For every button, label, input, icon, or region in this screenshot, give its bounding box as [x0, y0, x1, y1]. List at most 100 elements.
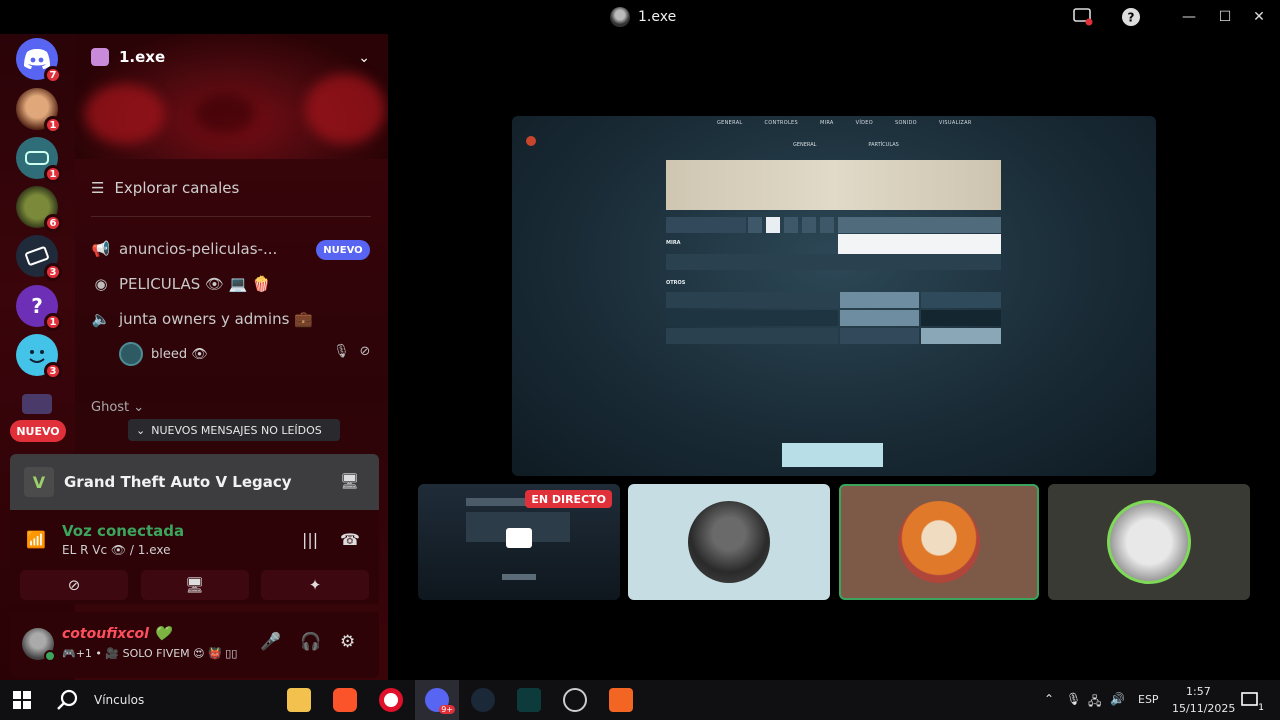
svg-text:?: ?	[31, 294, 43, 318]
otros-toggle	[840, 310, 919, 326]
game-tab-controls: CONTROLES	[764, 120, 798, 126]
tile-preview-button	[502, 574, 536, 580]
title-bar: 1.exe ? — ☐ ✕	[0, 0, 1280, 34]
speedometer-app-icon[interactable]	[563, 688, 587, 712]
channel-announcements[interactable]: 📢 anuncios-peliculas-...	[91, 240, 278, 258]
server-header[interactable]: 1.exe	[91, 48, 165, 66]
game-tab-sound: SONIDO	[895, 120, 917, 126]
server-badge: 1	[44, 313, 62, 331]
discord-taskbar-icon[interactable]: 9+	[425, 688, 455, 714]
deafened-icon: ⊘	[359, 344, 371, 359]
otros-toggle	[840, 328, 919, 344]
clock-time[interactable]: 1:57	[1186, 685, 1211, 698]
svg-text:?: ?	[1128, 11, 1135, 25]
voice-channel-path[interactable]: EL R Vc 👁 / 1.exe	[62, 543, 171, 557]
settings-gear-icon[interactable]: ⚙	[340, 632, 355, 652]
app-avatar-icon	[610, 7, 630, 27]
network-icon[interactable]: 🖧	[1088, 692, 1101, 713]
window-title: 1.exe	[610, 7, 676, 27]
camera-off-button[interactable]: ⊘	[20, 570, 128, 600]
search-icon[interactable]	[56, 688, 80, 712]
explore-label: Explorar canales	[114, 179, 240, 197]
headphones-icon[interactable]: 🎧	[300, 632, 321, 652]
participant-tile[interactable]	[1048, 484, 1250, 600]
otros-toggle	[921, 292, 1001, 308]
help-icon[interactable]: ?	[1120, 6, 1142, 28]
soundboard-icon[interactable]: |||	[302, 530, 318, 549]
server-ticket-icon[interactable]: 3	[16, 235, 62, 281]
discord-home-icon[interactable]: 7	[16, 38, 62, 84]
launcher-app-icon[interactable]	[609, 688, 633, 712]
new-servers-pill[interactable]: NUEVO	[10, 420, 66, 442]
show-hidden-icons[interactable]: ⌃	[1044, 692, 1054, 706]
channel-junta[interactable]: 🔈 junta owners y admins 💼	[91, 310, 313, 328]
list-search-icon: ☰	[91, 179, 105, 197]
profile-dropdown	[838, 217, 1001, 233]
file-explorer-icon[interactable]	[287, 688, 311, 712]
minimize-button[interactable]: —	[1178, 6, 1200, 28]
custom-status: 🎮+1 • 🎥 SOLO FIVEM 😍 👹 ▯▯	[62, 647, 238, 660]
server-emblem-icon[interactable]: 6	[16, 186, 62, 232]
steam-icon[interactable]	[471, 688, 495, 712]
server-anime-avatar-icon[interactable]: 1	[16, 88, 62, 134]
profile-selector	[666, 217, 746, 233]
otros-toggle	[921, 328, 1001, 344]
activities-icon: ✦	[308, 576, 322, 594]
windows-start-icon[interactable]	[12, 690, 32, 710]
game-name: Grand Theft Auto V Legacy	[64, 473, 292, 491]
camera-off-icon: ⊘	[67, 576, 81, 594]
channel-peliculas[interactable]: ◉ PELICULAS 👁 💻 🍿	[91, 275, 271, 293]
disconnect-icon[interactable]: ☎	[340, 530, 360, 549]
channel-label: junta owners y admins 💼	[119, 310, 313, 328]
category-ghost[interactable]: Ghost ⌄	[91, 400, 144, 415]
brave-browser-icon[interactable]	[333, 688, 357, 712]
avatar	[898, 501, 980, 583]
stream-screen-icon[interactable]: 🖥	[340, 472, 359, 490]
share-screen-button[interactable]: 🖥	[140, 570, 249, 600]
server-smiley-icon[interactable]: 3	[16, 334, 62, 380]
shared-screen[interactable]: GENERAL CONTROLES MIRA VÍDEO SONIDO VISU…	[512, 116, 1156, 476]
server-house-icon	[91, 48, 109, 66]
profile-tool	[766, 217, 780, 233]
notification-icon[interactable]: 1	[1240, 690, 1264, 713]
username[interactable]: cotoufixcol 💚	[62, 626, 171, 642]
server-badge: 1	[44, 165, 62, 183]
opera-icon[interactable]	[379, 688, 403, 712]
signal-icon[interactable]: 📶	[26, 530, 46, 549]
maximize-button[interactable]: ☐	[1214, 6, 1236, 28]
terminal-app-icon[interactable]	[517, 688, 541, 712]
explore-channels-link[interactable]: ☰ Explorar canales	[91, 179, 239, 197]
notification-count: 1	[1258, 703, 1264, 713]
window-title-text: 1.exe	[638, 9, 677, 25]
channel-label: anuncios-peliculas-...	[119, 240, 278, 258]
game-confirm-button	[782, 443, 883, 467]
close-button[interactable]: ✕	[1248, 6, 1270, 28]
server-vr-icon[interactable]: 1	[16, 137, 62, 183]
server-question-icon[interactable]: ? 1	[16, 285, 62, 331]
chevron-down-icon[interactable]: ⌄	[358, 50, 370, 66]
profile-tool	[802, 217, 816, 233]
microphone-icon[interactable]: 🎤	[260, 632, 281, 652]
user-panel: cotoufixcol 💚 🎮+1 • 🎥 SOLO FIVEM 😍 👹 ▯▯ …	[10, 612, 379, 678]
participant-tile[interactable]	[628, 484, 830, 600]
screen-share-icon[interactable]	[1072, 6, 1094, 28]
search-label[interactable]: Vínculos	[94, 693, 144, 707]
activities-button[interactable]: ✦	[261, 570, 369, 600]
profile-tool	[784, 217, 798, 233]
server-badge: 3	[44, 263, 62, 281]
clock-date[interactable]: 15/11/2025	[1172, 702, 1235, 715]
microphone-tray-icon[interactable]: 🎙	[1066, 692, 1081, 706]
section-otros: OTROS	[666, 280, 686, 286]
section-mira: MIRA	[666, 240, 681, 246]
participant-tile-speaking[interactable]	[839, 484, 1039, 600]
voice-user[interactable]: bleed 👁	[119, 342, 208, 366]
stream-tile[interactable]: EN DIRECTO	[418, 484, 620, 600]
speaker-icon: 🔈	[91, 310, 111, 328]
server-voice-active-icon[interactable]	[22, 394, 52, 414]
voice-status-title[interactable]: Voz conectada	[62, 522, 184, 540]
unread-messages-toast[interactable]: ⌄ NUEVOS MENSAJES NO LEÍDOS	[128, 419, 340, 441]
avatar	[1107, 500, 1191, 584]
volume-icon[interactable]: 🔊	[1110, 692, 1125, 706]
language-indicator[interactable]: ESP	[1138, 693, 1159, 706]
online-status-icon	[44, 650, 56, 662]
